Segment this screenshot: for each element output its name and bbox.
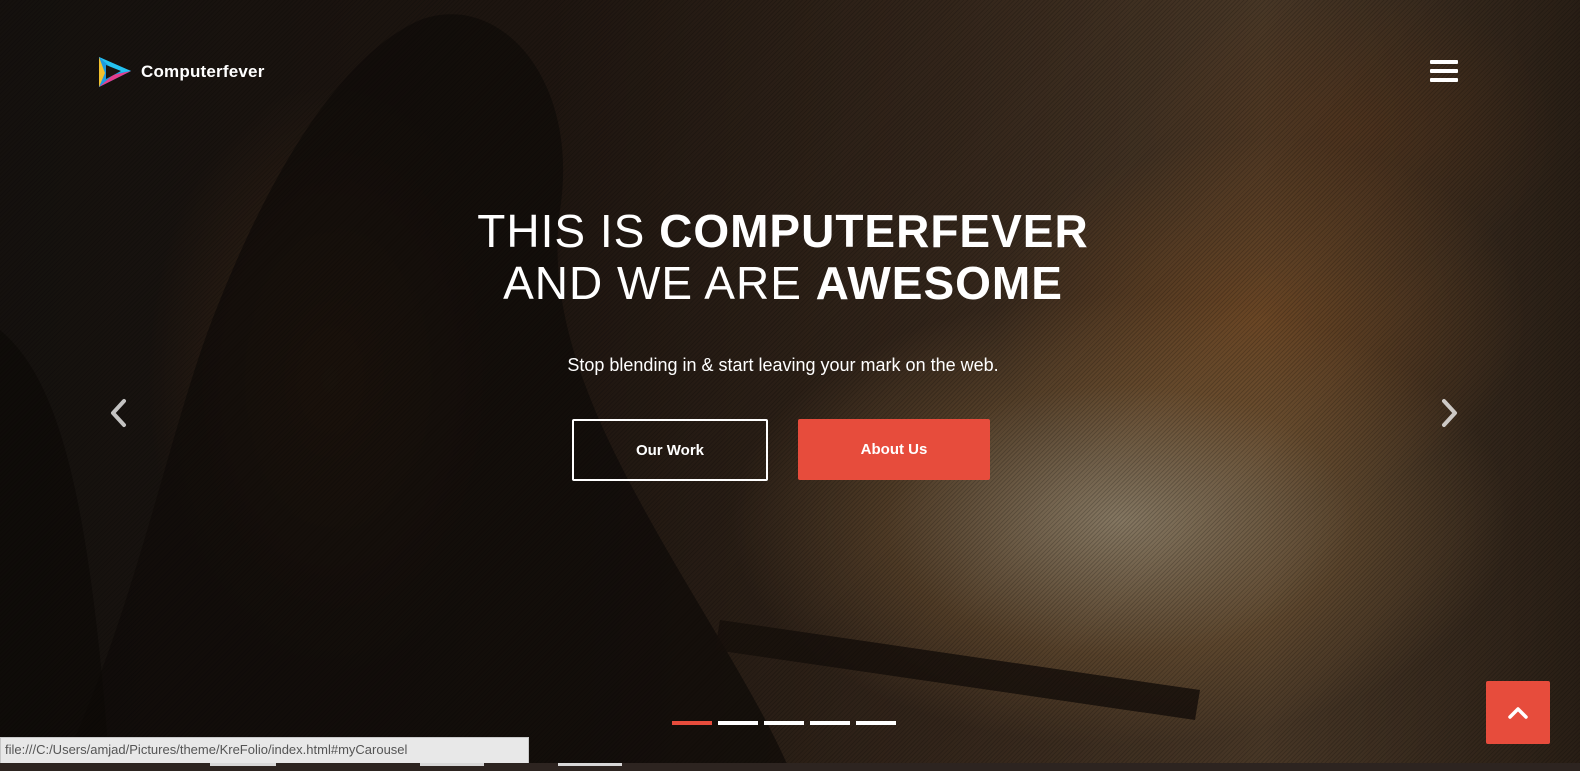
taskbar-tab[interactable]	[558, 763, 622, 766]
headline-line-2-bold: AWESOME	[815, 257, 1063, 309]
our-work-button[interactable]: Our Work	[572, 419, 768, 481]
taskbar-strip	[0, 763, 1580, 771]
headline-line-1: THIS IS COMPUTERFEVER	[0, 205, 1566, 257]
headline-line-2-light: AND WE ARE	[503, 257, 816, 309]
brand-logo[interactable]: Computerfever	[93, 53, 265, 91]
carousel-indicator[interactable]	[672, 721, 712, 725]
headline-line-1-bold: COMPUTERFEVER	[659, 205, 1089, 257]
carousel-indicator[interactable]	[718, 721, 758, 725]
browser-status-bar: file:///C:/Users/amjad/Pictures/theme/Kr…	[0, 737, 529, 764]
back-to-top-button[interactable]	[1486, 681, 1550, 744]
taskbar-tab[interactable]	[420, 763, 484, 766]
hero-carousel	[0, 0, 1580, 771]
headline-line-2: AND WE ARE AWESOME	[0, 257, 1566, 309]
brand-name: Computerfever	[141, 62, 265, 81]
hamburger-bar	[1430, 60, 1458, 64]
carousel-indicator[interactable]	[764, 721, 804, 725]
play-triangle-icon	[99, 57, 131, 87]
chevron-right-icon[interactable]	[1434, 395, 1464, 431]
chevron-left-icon[interactable]	[104, 395, 134, 431]
about-us-button[interactable]: About Us	[798, 419, 990, 480]
carousel-indicator[interactable]	[856, 721, 896, 725]
hero-headline: THIS IS COMPUTERFEVER AND WE ARE AWESOME	[0, 205, 1566, 309]
hamburger-bar	[1430, 69, 1458, 73]
taskbar-tab[interactable]	[210, 763, 276, 766]
hamburger-bar	[1430, 78, 1458, 82]
carousel-indicator[interactable]	[810, 721, 850, 725]
chevron-up-icon	[1508, 706, 1528, 719]
carousel-indicators	[672, 721, 896, 725]
headline-line-1-light: THIS IS	[477, 205, 660, 257]
hero-tagline: Stop blending in & start leaving your ma…	[567, 355, 999, 375]
hamburger-icon[interactable]	[1430, 60, 1458, 82]
dark-overlay	[0, 0, 1580, 771]
